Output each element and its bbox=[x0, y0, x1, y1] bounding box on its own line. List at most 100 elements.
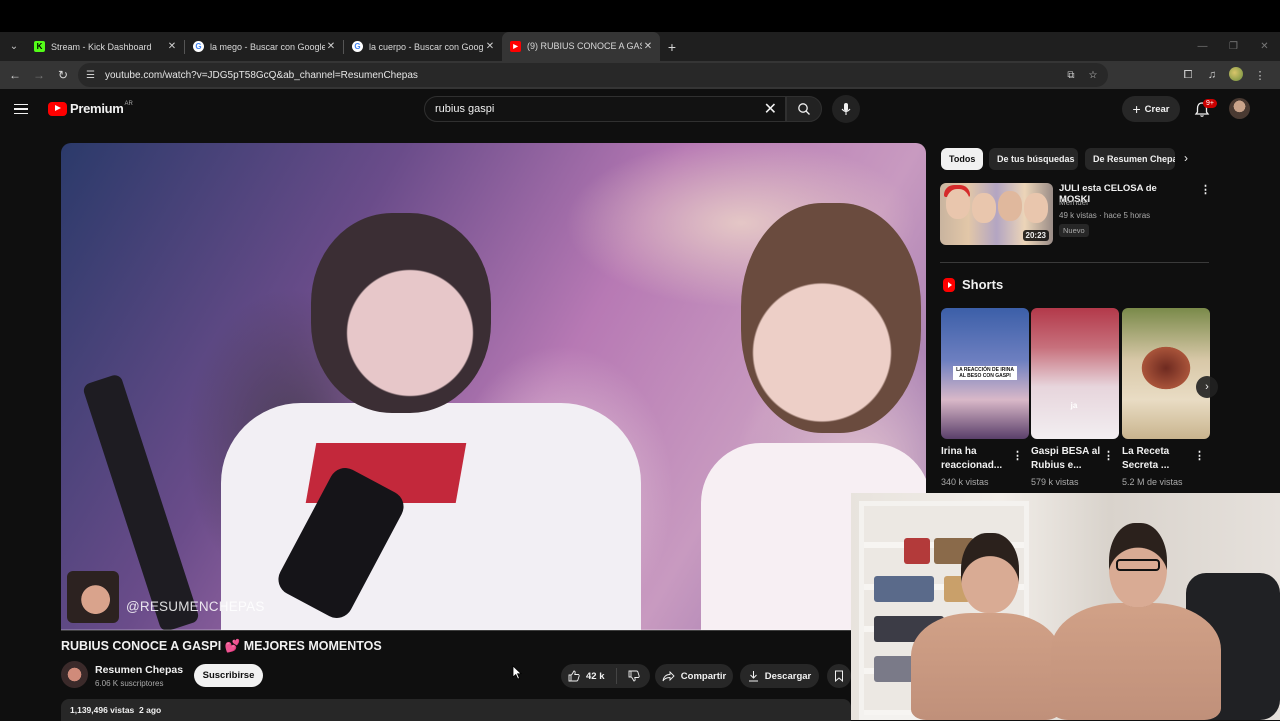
close-tab-icon[interactable]: ✕ bbox=[166, 41, 178, 52]
close-tab-icon[interactable]: ✕ bbox=[484, 41, 496, 52]
browser-tab-google-1[interactable]: G la mego - Buscar con Google ✕ bbox=[185, 32, 343, 61]
screen-top-bar bbox=[0, 0, 1280, 32]
channel-name[interactable]: Resumen Chepas bbox=[95, 664, 183, 676]
create-button[interactable]: + Crear bbox=[1122, 96, 1180, 122]
short-views: 5.2 M de vistas bbox=[1122, 477, 1183, 487]
subscribe-button[interactable]: Suscribirse bbox=[194, 664, 263, 687]
chip-todos[interactable]: Todos bbox=[941, 148, 983, 170]
channel-avatar[interactable] bbox=[61, 661, 88, 688]
recommended-channel[interactable]: Mernuel bbox=[1059, 198, 1088, 207]
extensions-icon[interactable]: ⧠ bbox=[1176, 69, 1200, 82]
short-thumbnail[interactable] bbox=[1122, 308, 1210, 439]
more-options-icon[interactable]: ⋮ bbox=[1194, 449, 1205, 462]
youtube-header: Premium AR rubius gaspi ✕ + Crear bbox=[0, 89, 1280, 129]
short-views: 340 k vistas bbox=[941, 477, 989, 487]
save-button[interactable] bbox=[827, 664, 851, 688]
search-query: rubius gaspi bbox=[435, 103, 495, 115]
clear-search-icon[interactable]: ✕ bbox=[764, 99, 777, 119]
shorts-next-icon[interactable]: › bbox=[1196, 376, 1218, 398]
reload-icon[interactable]: ↻ bbox=[51, 68, 75, 82]
bookmark-star-icon[interactable]: ☆ bbox=[1082, 70, 1104, 81]
url-text: youtube.com/watch?v=JDG5pT58GcQ&ab_chann… bbox=[104, 69, 418, 81]
short-overlay-text: LA REACCIÓN DE IRINA AL BESO CON GASPI bbox=[953, 366, 1017, 380]
more-options-icon[interactable]: ⋮ bbox=[1200, 183, 1211, 196]
webcam-person-right bbox=[1051, 603, 1221, 720]
share-button[interactable]: Compartir bbox=[655, 664, 733, 688]
short-title[interactable]: Gaspi BESA al Rubius e... bbox=[1031, 445, 1103, 473]
thumbs-up-icon bbox=[568, 670, 580, 682]
recommended-thumbnail[interactable]: 20:23 bbox=[940, 183, 1053, 245]
forward-icon[interactable]: → bbox=[27, 68, 51, 82]
address-bar[interactable]: ☰ youtube.com/watch?v=JDG5pT58GcQ&ab_cha… bbox=[78, 63, 1108, 87]
dislike-button[interactable] bbox=[617, 670, 650, 682]
watermark-avatar bbox=[67, 571, 119, 623]
media-controls-icon[interactable]: ♫ bbox=[1200, 69, 1224, 81]
video-player[interactable]: @RESUMENCHEPAS bbox=[61, 143, 926, 630]
chip-de-resumen-chepas[interactable]: De Resumen Chepas bbox=[1085, 148, 1175, 170]
country-code: AR bbox=[124, 101, 133, 107]
new-tab-button[interactable]: + bbox=[660, 39, 684, 55]
more-options-icon[interactable]: ⋮ bbox=[1103, 449, 1114, 462]
back-icon[interactable]: ← bbox=[3, 68, 27, 82]
search-input[interactable]: rubius gaspi ✕ bbox=[424, 96, 786, 122]
minimize-icon[interactable]: — bbox=[1187, 41, 1218, 52]
google-icon: G bbox=[193, 41, 204, 52]
short-thumbnail[interactable]: ja bbox=[1031, 308, 1119, 439]
shorts-icon bbox=[943, 278, 955, 292]
glasses bbox=[1116, 559, 1160, 571]
bookmark-icon bbox=[835, 670, 843, 682]
notification-count-badge: 9+ bbox=[1203, 99, 1217, 108]
voice-search-button[interactable] bbox=[832, 95, 860, 123]
description-box[interactable] bbox=[61, 699, 851, 721]
tab-search-icon[interactable]: ⌄ bbox=[2, 35, 26, 59]
recommended-meta: 49 k vistas · hace 5 horas bbox=[1059, 211, 1151, 220]
short-title[interactable]: La Receta Secreta ... bbox=[1122, 445, 1194, 473]
like-count: 42 k bbox=[586, 670, 605, 682]
like-dislike-group: 42 k bbox=[561, 664, 650, 688]
video-progress-bar[interactable] bbox=[61, 629, 926, 631]
profile-icon[interactable] bbox=[1224, 66, 1248, 84]
video-frame-head-right bbox=[741, 203, 921, 433]
short-thumbnail[interactable]: LA REACCIÓN DE IRINA AL BESO CON GASPI bbox=[941, 308, 1029, 439]
browser-menu-icon[interactable]: ⋮ bbox=[1248, 69, 1272, 82]
cast-icon[interactable]: ⧉ bbox=[1060, 70, 1082, 81]
menu-icon[interactable] bbox=[14, 99, 34, 119]
kick-icon: K bbox=[34, 41, 45, 52]
view-count: 1,139,496 vistas bbox=[70, 705, 135, 715]
google-icon: G bbox=[352, 41, 363, 52]
account-avatar[interactable] bbox=[1229, 98, 1250, 119]
chip-de-tus-busquedas[interactable]: De tus búsquedas bbox=[989, 148, 1078, 170]
like-button[interactable]: 42 k bbox=[561, 668, 617, 684]
more-options-icon[interactable]: ⋮ bbox=[1012, 449, 1023, 462]
close-window-icon[interactable]: ✕ bbox=[1249, 41, 1280, 52]
webcam-person-left bbox=[911, 613, 1061, 720]
channel-watermark: @RESUMENCHEPAS bbox=[126, 599, 265, 614]
video-frame-head-left bbox=[311, 213, 491, 413]
close-tab-icon[interactable]: ✕ bbox=[325, 41, 337, 52]
create-label: Crear bbox=[1144, 103, 1170, 115]
video-title-main: RUBIUS CONOCE A GASPI bbox=[61, 639, 222, 653]
mouse-cursor-icon bbox=[512, 665, 522, 680]
video-frame-person-left bbox=[221, 403, 641, 630]
short-overlay-text: ja bbox=[1070, 401, 1078, 410]
browser-tab-strip: ⌄ K Stream - Kick Dashboard ✕ G la mego … bbox=[0, 32, 1280, 61]
plus-icon: + bbox=[1132, 101, 1141, 117]
download-button[interactable]: Descargar bbox=[740, 664, 819, 688]
search-icon bbox=[798, 103, 810, 115]
short-title[interactable]: Irina ha reaccionad... bbox=[941, 445, 1013, 473]
new-badge: Nuevo bbox=[1059, 224, 1089, 237]
browser-tab-kick[interactable]: K Stream - Kick Dashboard ✕ bbox=[26, 32, 184, 61]
chevron-right-icon[interactable]: › bbox=[1184, 151, 1188, 165]
youtube-premium-logo[interactable]: Premium AR bbox=[48, 101, 133, 116]
site-info-icon[interactable]: ☰ bbox=[86, 70, 95, 81]
maximize-icon[interactable]: ❐ bbox=[1218, 41, 1249, 52]
close-tab-icon[interactable]: ✕ bbox=[642, 41, 654, 52]
tab-title: Stream - Kick Dashboard bbox=[51, 41, 152, 52]
browser-tab-google-2[interactable]: G la cuerpo - Buscar con Google ✕ bbox=[344, 32, 502, 61]
tab-title: la cuerpo - Buscar con Google bbox=[369, 41, 484, 52]
browser-tab-youtube[interactable]: ▶ (9) RUBIUS CONOCE A GASPI 💕 ✕ bbox=[502, 32, 660, 61]
webcam-overlay bbox=[851, 493, 1280, 720]
share-icon bbox=[662, 670, 675, 681]
search-button[interactable] bbox=[786, 96, 822, 122]
download-label: Descargar bbox=[764, 670, 812, 682]
